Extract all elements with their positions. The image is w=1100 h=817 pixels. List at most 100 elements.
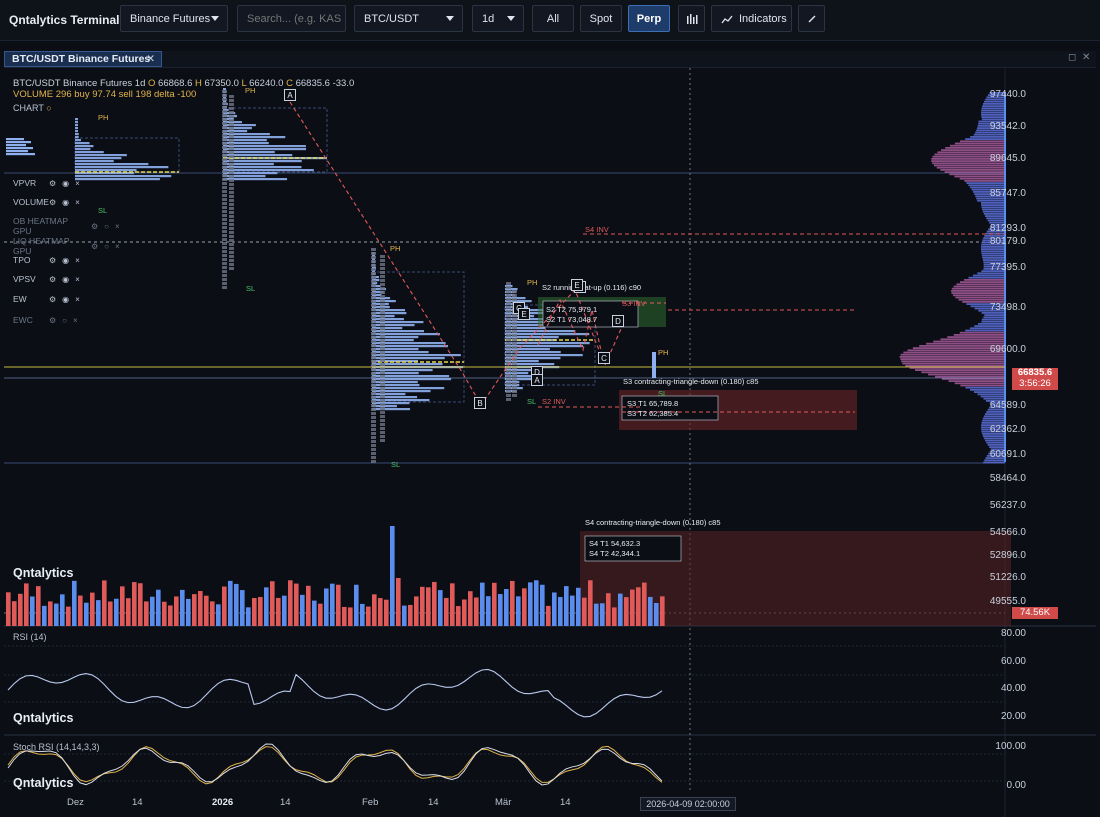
indicator-row-ob-heatmap-gpu[interactable]: OB HEATMAP GPU ⚙ ○ ×: [13, 216, 120, 236]
historic-candle: [506, 386, 511, 389]
vpvr-row: [940, 149, 1005, 151]
historic-candle: [380, 259, 385, 262]
pattern-title-s2: S2 running-flat-up (0.116) c90: [542, 283, 642, 292]
gear-icon[interactable]: ⚙: [49, 275, 56, 284]
historic-candle: [229, 251, 234, 254]
chart-toggle[interactable]: CHART ○: [13, 103, 52, 113]
price-axis-label: 85747.0: [989, 188, 1026, 199]
profile-row: [75, 166, 169, 169]
vpvr-row: [981, 318, 1005, 321]
close-icon[interactable]: ×: [75, 256, 80, 265]
eye-icon[interactable]: ○: [104, 242, 109, 251]
vpvr-row: [945, 147, 1005, 149]
price-axis-label: 89645.0: [989, 153, 1026, 164]
volume-bar: [372, 594, 377, 626]
gear-icon[interactable]: ⚙: [49, 256, 56, 265]
historic-candle: [380, 371, 385, 374]
vpvr-row: [981, 116, 1005, 118]
profile-row: [75, 178, 160, 181]
vpvr-row: [960, 140, 1005, 143]
historic-candle: [506, 350, 511, 353]
historic-candle: [371, 352, 376, 355]
historic-candle: [222, 190, 227, 193]
volume-bar: [246, 607, 251, 626]
vpvr-row: [951, 292, 1005, 294]
eye-icon[interactable]: ◉: [62, 295, 69, 304]
eye-icon[interactable]: ○: [104, 222, 109, 231]
historic-candle: [506, 366, 511, 369]
chart-canvas[interactable]: [0, 0, 1100, 817]
indicator-row-vpvr[interactable]: VPVR ⚙ ◉ ×: [13, 178, 80, 188]
gear-icon[interactable]: ⚙: [49, 295, 56, 304]
brand-watermark: Qntalytics: [13, 711, 74, 725]
close-icon[interactable]: ×: [75, 179, 80, 188]
stoch-axis-100: 100.00: [995, 741, 1026, 752]
volume-bar: [48, 601, 53, 626]
vpvr-row: [951, 290, 1005, 292]
volume-bar: [366, 606, 371, 626]
historic-candle: [229, 231, 234, 234]
historic-candle: [371, 280, 376, 283]
target-s2-t1: S2 T1 73,048.7: [546, 315, 598, 324]
volume-value-tag: 74.56K: [1012, 607, 1058, 619]
vpvr-row: [981, 252, 1005, 255]
eye-icon[interactable]: ◉: [62, 256, 69, 265]
eye-icon[interactable]: ◉: [62, 275, 69, 284]
historic-candle: [506, 334, 511, 337]
rsi-axis-40: 40.00: [1000, 683, 1026, 694]
historic-candle: [229, 263, 234, 266]
vpvr-row: [981, 250, 1005, 253]
vpvr-row: [899, 356, 1005, 358]
vpvr-row: [980, 395, 1005, 398]
gear-icon[interactable]: ⚙: [49, 179, 56, 188]
historic-candle: [222, 214, 227, 217]
indicator-row-ew[interactable]: EW ⚙ ◉ ×: [13, 294, 80, 304]
gear-icon[interactable]: ⚙: [91, 242, 98, 251]
indicator-row-vpsv[interactable]: VPSV ⚙ ◉ ×: [13, 274, 80, 284]
indicator-row-tpo[interactable]: TPO ⚙ ◉ ×: [13, 255, 80, 265]
historic-candle: [380, 395, 385, 398]
historic-candle: [229, 247, 234, 250]
close-icon[interactable]: ×: [115, 222, 120, 231]
historic-candle: [222, 170, 227, 173]
profile-row: [372, 318, 404, 321]
volume-bar: [294, 583, 299, 626]
eye-icon[interactable]: ◉: [62, 179, 69, 188]
historic-candle: [371, 332, 376, 335]
volume-bar: [660, 596, 665, 626]
historic-candle: [229, 239, 234, 242]
volume-bar: [36, 586, 41, 626]
close-icon[interactable]: ×: [75, 295, 80, 304]
gear-icon[interactable]: ⚙: [91, 222, 98, 231]
label-s2-invalidation: S2 INV: [542, 397, 566, 406]
profile-row: [75, 163, 149, 166]
indicator-row-volume[interactable]: VOLUME ⚙ ◉ ×: [13, 197, 80, 207]
gear-icon[interactable]: ⚙: [49, 198, 56, 207]
close-icon[interactable]: ×: [115, 242, 120, 251]
vpvr-row: [984, 100, 1005, 103]
historic-candle: [380, 339, 385, 342]
close-icon[interactable]: ×: [75, 275, 80, 284]
historic-candle: [371, 420, 376, 423]
historic-candle: [371, 404, 376, 407]
close-icon[interactable]: ×: [75, 198, 80, 207]
historic-candle: [371, 408, 376, 411]
historic-candle: [380, 391, 385, 394]
eye-icon[interactable]: ◉: [62, 198, 69, 207]
profile-row: [223, 127, 252, 130]
vpvr-row: [982, 208, 1005, 211]
vpvr-row: [954, 142, 1005, 145]
indicator-row-ewc[interactable]: EWC ⚙ ○ ×: [13, 315, 78, 325]
vpvr-row: [964, 279, 1005, 281]
chart-background: [4, 68, 1096, 817]
label-swing-low: SL: [527, 397, 537, 406]
vpvr-row: [964, 180, 1005, 182]
close-icon[interactable]: ×: [73, 316, 78, 325]
gear-icon[interactable]: ⚙: [49, 316, 56, 325]
profile-row: [372, 327, 403, 330]
historic-candle: [371, 460, 376, 463]
volume-bar: [150, 596, 155, 626]
eye-icon[interactable]: ○: [62, 316, 67, 325]
indicator-row-liq-heatmap-gpu[interactable]: LIQ HEATMAP GPU ⚙ ○ ×: [13, 236, 120, 256]
historic-candle: [512, 314, 517, 317]
